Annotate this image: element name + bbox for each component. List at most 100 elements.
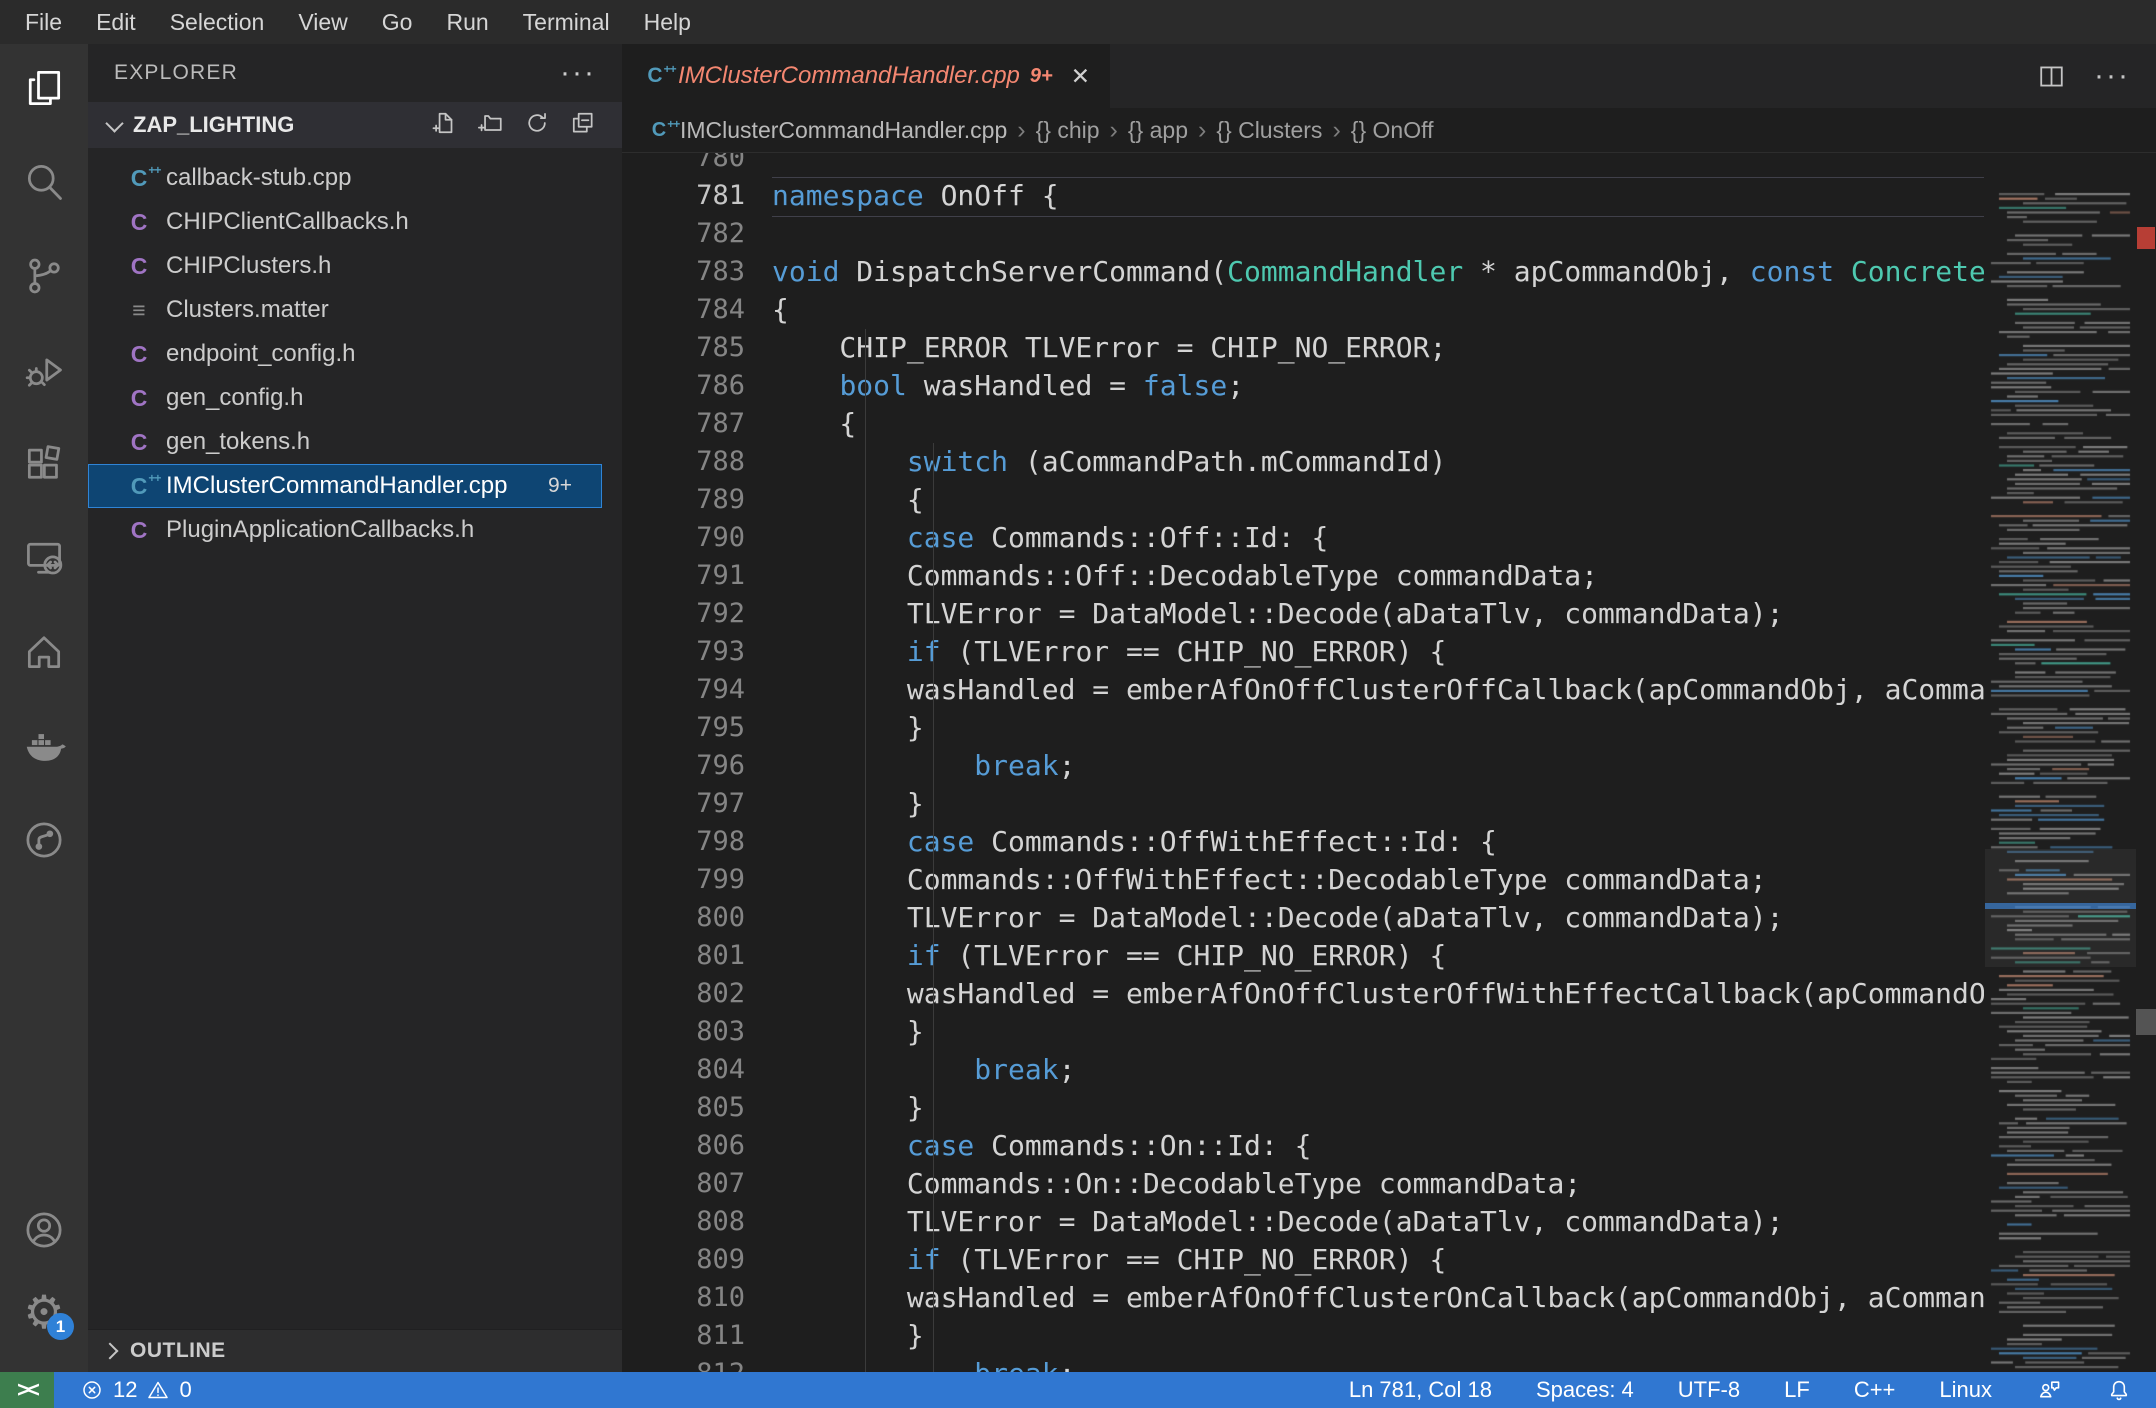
tab-close-icon[interactable]: ✕ <box>1071 63 1090 90</box>
breadcrumb-symbol-app[interactable]: {} app <box>1128 117 1188 144</box>
cpp-file-icon: C ++ <box>130 470 162 499</box>
menu-item-file[interactable]: File <box>8 0 79 44</box>
header-file-icon: C <box>130 340 148 367</box>
outline-section[interactable]: OUTLINE <box>88 1329 622 1372</box>
menu-item-help[interactable]: Help <box>627 0 708 44</box>
header-file-icon: C <box>130 208 148 235</box>
error-count: 12 <box>113 1377 138 1402</box>
code-line-788: 788 switch (aCommandPath.mCommandId) <box>622 443 1984 481</box>
line-text: case Commands::Off::Id: { <box>906 521 1329 554</box>
line-number: 782 <box>696 218 745 249</box>
line-text: if (TLVError == CHIP_NO_ERROR) { <box>906 1243 1447 1276</box>
file-item-callback-stub-cpp[interactable]: C ++ callback-stub.cpp <box>88 156 622 200</box>
menu-item-go[interactable]: Go <box>365 0 430 44</box>
file-item-endpoint-config-h[interactable]: Cendpoint_config.h <box>88 332 622 376</box>
status-cursor-position[interactable]: Ln 781, Col 18 <box>1349 1377 1492 1403</box>
breadcrumb-symbol-chip[interactable]: {} chip <box>1036 117 1100 144</box>
line-number: 800 <box>696 902 745 933</box>
line-text: TLVError = DataModel::Decode(aDataTlv, c… <box>772 597 1784 630</box>
code-line-785: 785 CHIP_ERROR TLVError = CHIP_NO_ERROR; <box>622 329 1984 367</box>
activity-bar-top <box>12 52 76 898</box>
activity-run-debug-icon[interactable] <box>12 334 76 406</box>
status-language-mode[interactable]: C++ <box>1854 1377 1896 1403</box>
notifications-bell-icon[interactable] <box>2106 1377 2132 1403</box>
activity-home-icon[interactable] <box>12 616 76 688</box>
activity-docker-icon[interactable] <box>12 710 76 782</box>
activity-source-control-icon[interactable] <box>12 240 76 312</box>
line-text: void DispatchServerCommand(CommandHandle… <box>772 255 1984 288</box>
file-item-chipclusters-h[interactable]: C CHIPClusters.h <box>88 244 622 288</box>
activity-extensions-icon[interactable] <box>12 428 76 500</box>
feedback-icon[interactable] <box>2036 1377 2062 1403</box>
file-item-gen-tokens-h[interactable]: Cgen_tokens.h <box>88 420 622 464</box>
line-text: wasHandled = emberAfOnOffClusterOnCallba… <box>906 1281 1984 1314</box>
problems-status[interactable]: 12 0 <box>80 1377 192 1403</box>
line-text: break; <box>772 1355 1984 1372</box>
activity-bar-bottom: ⚙ 1 <box>12 1198 76 1362</box>
header-file-icon: C <box>130 516 148 543</box>
line-number: 789 <box>696 484 745 515</box>
code-lines: 780 781 namespace OnOff {782 783 void Dispat… <box>622 153 1984 1372</box>
code-editor[interactable]: 780 781 namespace OnOff {782 783 void Dispat… <box>622 153 2156 1372</box>
line-text: break; <box>974 1053 1076 1086</box>
status-indentation[interactable]: Spaces: 4 <box>1536 1377 1634 1403</box>
status-encoding[interactable]: UTF-8 <box>1678 1377 1740 1403</box>
code-line-805: 805 } <box>622 1089 1984 1127</box>
section-header-zap-lighting[interactable]: ZAP_LIGHTING <box>88 102 622 148</box>
menu-item-run[interactable]: Run <box>429 0 505 44</box>
file-name: callback-stub.cpp <box>166 164 352 191</box>
header-file-icon: C <box>130 384 148 411</box>
menu-item-edit[interactable]: Edit <box>79 0 153 44</box>
minimap[interactable] <box>1985 153 2136 1372</box>
activity-remote-explorer-icon[interactable] <box>12 522 76 594</box>
status-remote-os[interactable]: Linux <box>1939 1377 1992 1403</box>
breadcrumb-file[interactable]: IMClusterCommandHandler.cpp <box>680 117 1007 144</box>
line-number: 794 <box>696 674 745 705</box>
line-number: 780 <box>696 153 745 173</box>
split-editor-icon[interactable] <box>2037 62 2066 91</box>
scrollbar-thumb[interactable] <box>2136 1009 2156 1035</box>
line-text: { <box>772 293 789 326</box>
activity-explorer-icon[interactable] <box>12 52 76 124</box>
refresh-icon[interactable] <box>524 110 550 141</box>
collapse-all-icon[interactable] <box>570 110 596 141</box>
line-number: 792 <box>696 598 745 629</box>
menu-item-view[interactable]: View <box>281 0 364 44</box>
file-item-chipclientcallbacks-h[interactable]: C CHIPClientCallbacks.h <box>88 200 622 244</box>
file-item-pluginapplicationcallbacks-h[interactable]: C PluginApplicationCallbacks.h <box>88 508 622 552</box>
file-item-clusters-matter[interactable]: ≡ Clusters.matter <box>88 288 622 332</box>
new-file-icon[interactable] <box>432 110 458 141</box>
line-number: 803 <box>696 1016 745 1047</box>
line-number: 787 <box>696 408 745 439</box>
file-name: gen_tokens.h <box>166 428 311 455</box>
file-item-imclustercommandhandler-cpp[interactable]: C ++ IMClusterCommandHandler.cpp 9+ <box>88 464 602 508</box>
overview-ruler[interactable] <box>2136 153 2156 1372</box>
activity-account-icon[interactable] <box>12 1198 76 1262</box>
menu-item-terminal[interactable]: Terminal <box>506 0 627 44</box>
workbench: ⚙ 1 EXPLORER ··· ZAP_LIGHTING C ++ callback… <box>0 44 2156 1372</box>
remote-indicator[interactable]: >< <box>0 1372 54 1408</box>
activity-settings-icon[interactable]: ⚙ 1 <box>12 1280 76 1344</box>
source-control-icon <box>29 258 60 294</box>
explorer-more-actions-icon[interactable]: ··· <box>560 58 596 88</box>
activity-search-icon[interactable] <box>12 146 76 218</box>
section-label: ZAP_LIGHTING <box>133 112 295 137</box>
status-eol[interactable]: LF <box>1784 1377 1810 1403</box>
breadcrumb-symbol-onoff[interactable]: {} OnOff <box>1351 117 1434 144</box>
new-folder-icon[interactable] <box>478 110 504 141</box>
breadcrumb-symbol-clusters[interactable]: {} Clusters <box>1216 117 1322 144</box>
line-number: 806 <box>696 1130 745 1161</box>
line-number: 784 <box>696 294 745 325</box>
more-actions-icon[interactable]: ··· <box>2094 59 2130 93</box>
line-text: if (TLVError == CHIP_NO_ERROR) { <box>906 635 1447 668</box>
file-item-gen-config-h[interactable]: Cgen_config.h <box>88 376 622 420</box>
line-number: 786 <box>696 370 745 401</box>
code-line-807: 807 Commands::On::DecodableType commandD… <box>622 1165 1984 1203</box>
code-line-800: 800 TLVError = DataModel::Decode(aDataTl… <box>622 899 1984 937</box>
line-text: { <box>772 483 924 516</box>
activity-git-graph-icon[interactable] <box>12 804 76 876</box>
remote-explorer-icon <box>27 542 63 575</box>
tab-imclustercommandhandler[interactable]: C ++ IMClusterCommandHandler.cpp 9+ ✕ <box>622 44 1110 108</box>
sidebar-explorer: EXPLORER ··· ZAP_LIGHTING C ++ callback-st… <box>88 44 622 1372</box>
menu-item-selection[interactable]: Selection <box>153 0 282 44</box>
